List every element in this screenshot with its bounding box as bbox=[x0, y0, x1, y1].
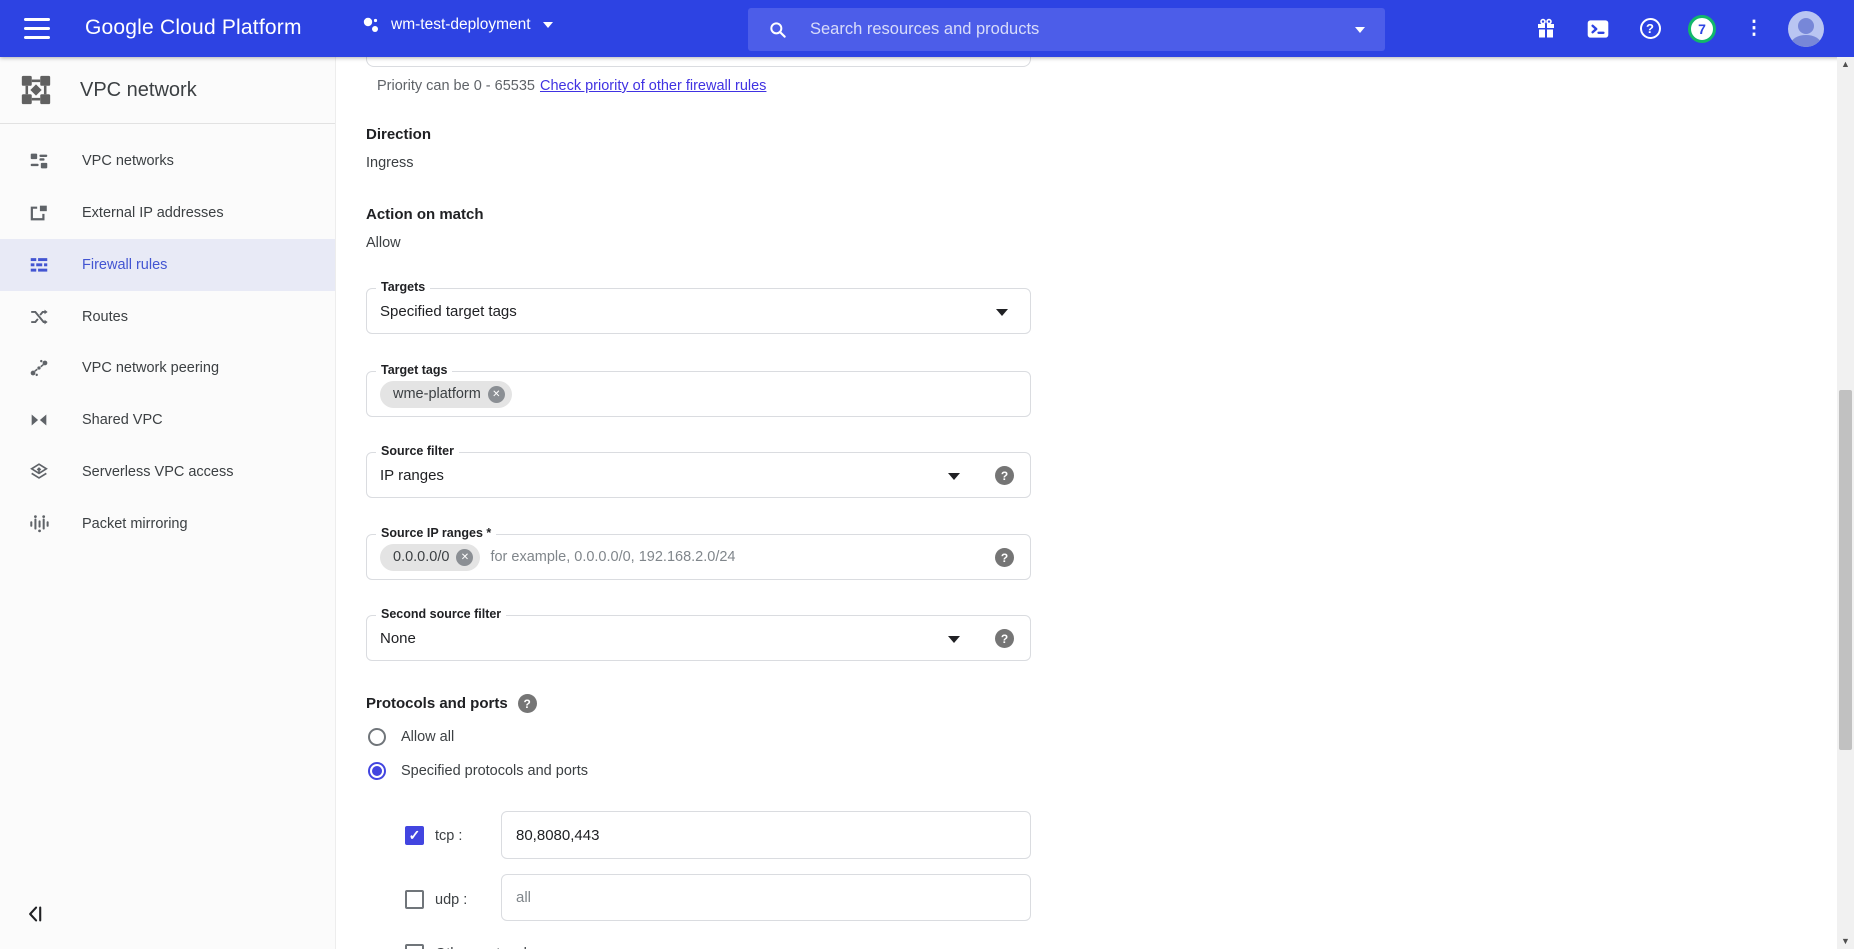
chevron-down-icon bbox=[543, 22, 553, 28]
notifications-badge[interactable]: 7 bbox=[1676, 15, 1728, 43]
second-source-filter-label: Second source filter bbox=[376, 607, 506, 621]
allow-all-label[interactable]: Allow all bbox=[401, 729, 454, 745]
protocols-heading: Protocols and ports bbox=[366, 695, 508, 712]
sidebar-item-shared-vpc[interactable]: Shared VPC bbox=[0, 394, 335, 446]
action-heading: Action on match bbox=[366, 206, 484, 223]
specified-protocols-radio[interactable] bbox=[368, 762, 386, 780]
scroll-up-arrow[interactable]: ▲ bbox=[1837, 57, 1854, 72]
targets-select[interactable]: Targets Specified target tags bbox=[366, 288, 1031, 334]
source-filter-value: IP ranges bbox=[380, 467, 444, 484]
scrollbar-thumb[interactable] bbox=[1839, 390, 1852, 750]
targets-value: Specified target tags bbox=[380, 303, 517, 320]
chevron-down-icon[interactable] bbox=[996, 309, 1008, 316]
priority-helper-text: Priority can be 0 - 65535Check priority … bbox=[377, 78, 766, 94]
targets-label: Targets bbox=[376, 280, 430, 294]
serverless-vpc-access-icon bbox=[28, 461, 50, 483]
target-tags-label: Target tags bbox=[376, 363, 452, 377]
product-logo[interactable]: Google Cloud Platform bbox=[85, 16, 302, 40]
vpc-network-peering-icon bbox=[28, 357, 50, 379]
sidebar: VPC network VPC networks External IP add… bbox=[0, 57, 336, 949]
external-ip-icon bbox=[28, 202, 50, 224]
routes-icon bbox=[28, 306, 50, 328]
other-protocols-checkbox[interactable] bbox=[405, 944, 424, 949]
sidebar-item-vpc-network-peering[interactable]: VPC network peering bbox=[0, 342, 335, 394]
packet-mirroring-icon bbox=[28, 513, 50, 535]
udp-ports-input[interactable] bbox=[501, 874, 1031, 921]
sidebar-item-serverless-vpc-access[interactable]: Serverless VPC access bbox=[0, 446, 335, 498]
sidebar-header: VPC network bbox=[0, 57, 335, 123]
sidebar-title: VPC network bbox=[80, 79, 197, 102]
vpc-network-product-icon bbox=[19, 73, 53, 107]
chevron-down-icon[interactable] bbox=[948, 473, 960, 480]
specified-protocols-label[interactable]: Specified protocols and ports bbox=[401, 763, 588, 779]
project-name: wm-test-deployment bbox=[391, 16, 531, 34]
second-source-filter-value: None bbox=[380, 630, 416, 647]
target-tag-chip: wme-platform ✕ bbox=[380, 381, 512, 408]
firewall-rule-form: Priority can be 0 - 65535Check priority … bbox=[337, 0, 1837, 949]
project-selector[interactable]: wm-test-deployment bbox=[360, 14, 553, 36]
protocols-help-icon[interactable]: ? bbox=[518, 694, 537, 713]
sidebar-item-external-ip-addresses[interactable]: External IP addresses bbox=[0, 187, 335, 239]
source-ip-ranges-label: Source IP ranges * bbox=[376, 526, 496, 540]
target-tags-field[interactable]: Target tags wme-platform ✕ bbox=[366, 371, 1031, 417]
direction-value: Ingress bbox=[366, 155, 414, 171]
sidebar-item-vpc-networks[interactable]: VPC networks bbox=[0, 135, 335, 187]
project-icon bbox=[360, 14, 382, 36]
second-source-filter-help-icon[interactable]: ? bbox=[995, 629, 1014, 648]
avatar[interactable] bbox=[1780, 11, 1832, 47]
source-filter-help-icon[interactable]: ? bbox=[995, 466, 1014, 485]
search-icon bbox=[768, 20, 788, 40]
sidebar-item-firewall-rules[interactable]: Firewall rules bbox=[0, 239, 335, 291]
direction-heading: Direction bbox=[366, 126, 431, 143]
divider bbox=[0, 123, 335, 124]
udp-checkbox[interactable]: ✓ bbox=[405, 890, 424, 909]
action-value: Allow bbox=[366, 235, 401, 251]
firewall-rules-icon bbox=[28, 254, 50, 276]
sidebar-item-routes[interactable]: Routes bbox=[0, 291, 335, 343]
source-filter-select[interactable]: Source filter IP ranges ? bbox=[366, 452, 1031, 498]
more-options-icon[interactable]: ⋮ bbox=[1728, 19, 1780, 38]
help-icon[interactable]: ? bbox=[1624, 18, 1676, 39]
sidebar-item-packet-mirroring[interactable]: Packet mirroring bbox=[0, 498, 335, 550]
scrollbar[interactable]: ▲ ▼ bbox=[1837, 57, 1854, 949]
source-ip-help-icon[interactable]: ? bbox=[995, 548, 1014, 567]
tcp-label: tcp : bbox=[435, 828, 462, 844]
vpc-networks-icon bbox=[28, 150, 50, 172]
check-priority-link[interactable]: Check priority of other firewall rules bbox=[540, 78, 766, 94]
gift-icon[interactable] bbox=[1520, 17, 1572, 41]
remove-ip-icon[interactable]: ✕ bbox=[456, 549, 473, 566]
source-ip-ranges-field[interactable]: Source IP ranges * 0.0.0.0/0 ✕ for examp… bbox=[366, 534, 1031, 580]
allow-all-radio[interactable] bbox=[368, 728, 386, 746]
protocols-heading-row: Protocols and ports ? bbox=[366, 694, 537, 713]
search-dropdown-icon[interactable] bbox=[1355, 27, 1365, 33]
remove-tag-icon[interactable]: ✕ bbox=[488, 386, 505, 403]
top-app-bar: Google Cloud Platform wm-test-deployment bbox=[0, 0, 1854, 57]
source-ip-placeholder: for example, 0.0.0.0/0, 192.168.2.0/24 bbox=[490, 549, 735, 565]
cloud-shell-icon[interactable] bbox=[1572, 16, 1624, 42]
udp-label: udp : bbox=[435, 892, 467, 908]
source-ip-chip: 0.0.0.0/0 ✕ bbox=[380, 544, 480, 571]
shared-vpc-icon bbox=[28, 409, 50, 431]
second-source-filter-select[interactable]: Second source filter None ? bbox=[366, 615, 1031, 661]
scroll-down-arrow[interactable]: ▼ bbox=[1837, 934, 1854, 949]
tcp-checkbox[interactable]: ✓ bbox=[405, 826, 424, 845]
gcp-console: Google Cloud Platform wm-test-deployment bbox=[0, 0, 1854, 949]
tcp-ports-input[interactable] bbox=[501, 811, 1031, 859]
source-filter-label: Source filter bbox=[376, 444, 459, 458]
collapse-sidebar-button[interactable] bbox=[26, 903, 48, 925]
menu-icon[interactable] bbox=[24, 18, 50, 39]
search-input[interactable] bbox=[810, 20, 1343, 39]
search-bar[interactable] bbox=[748, 8, 1385, 51]
chevron-down-icon[interactable] bbox=[948, 636, 960, 643]
